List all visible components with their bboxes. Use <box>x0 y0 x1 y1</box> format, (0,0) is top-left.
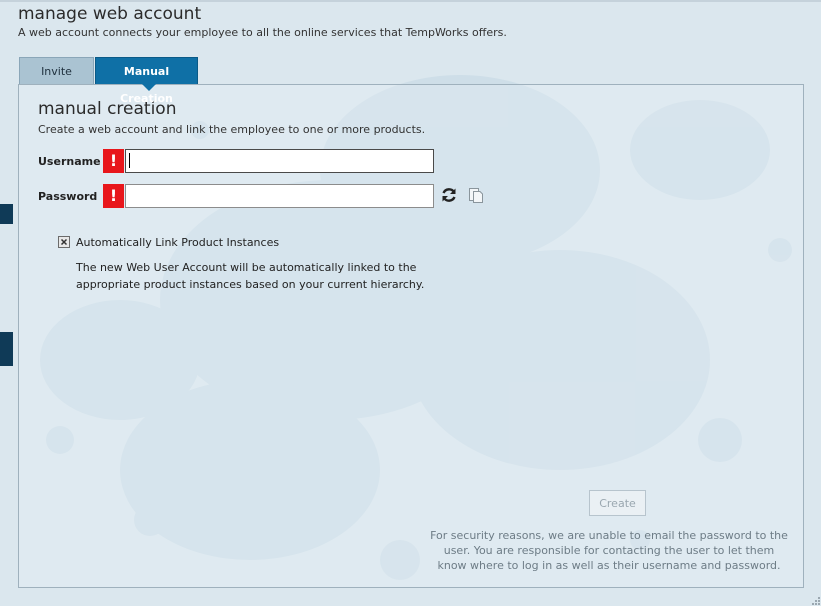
password-required-exclamation-icon: ! <box>103 184 124 208</box>
username-input[interactable] <box>125 149 434 173</box>
auto-link-description: The new Web User Account will be automat… <box>76 261 425 291</box>
password-input[interactable] <box>125 184 434 208</box>
tab-invite[interactable]: Invite <box>19 57 94 84</box>
page-title: manage web account <box>18 4 202 24</box>
tab-bar: Invite Manual Creation <box>19 57 198 105</box>
auto-link-checkbox[interactable] <box>58 236 70 248</box>
side-accent-bar <box>0 204 13 224</box>
page-subtitle: A web account connects your employee to … <box>18 26 507 39</box>
section-subtitle: Create a web account and link the employ… <box>38 123 426 136</box>
security-note: For security reasons, we are unable to e… <box>430 529 788 572</box>
copy-icon[interactable] <box>467 186 485 204</box>
manual-creation-panel: manual creation Create a web account and… <box>18 84 804 588</box>
text-caret <box>129 153 130 168</box>
resize-grip-icon[interactable] <box>811 596 821 606</box>
top-border <box>0 0 821 2</box>
refresh-icon[interactable] <box>440 186 458 204</box>
tab-manual-creation[interactable]: Manual Creation <box>95 57 198 105</box>
create-button[interactable]: Create <box>589 490 646 516</box>
username-required-exclamation-icon: ! <box>103 149 124 173</box>
auto-link-label[interactable]: Automatically Link Product Instances <box>76 236 279 249</box>
password-label: Password <box>38 190 98 203</box>
username-label: Username <box>38 155 101 168</box>
x-mark-icon <box>60 238 68 246</box>
side-accent-bar <box>0 332 13 366</box>
